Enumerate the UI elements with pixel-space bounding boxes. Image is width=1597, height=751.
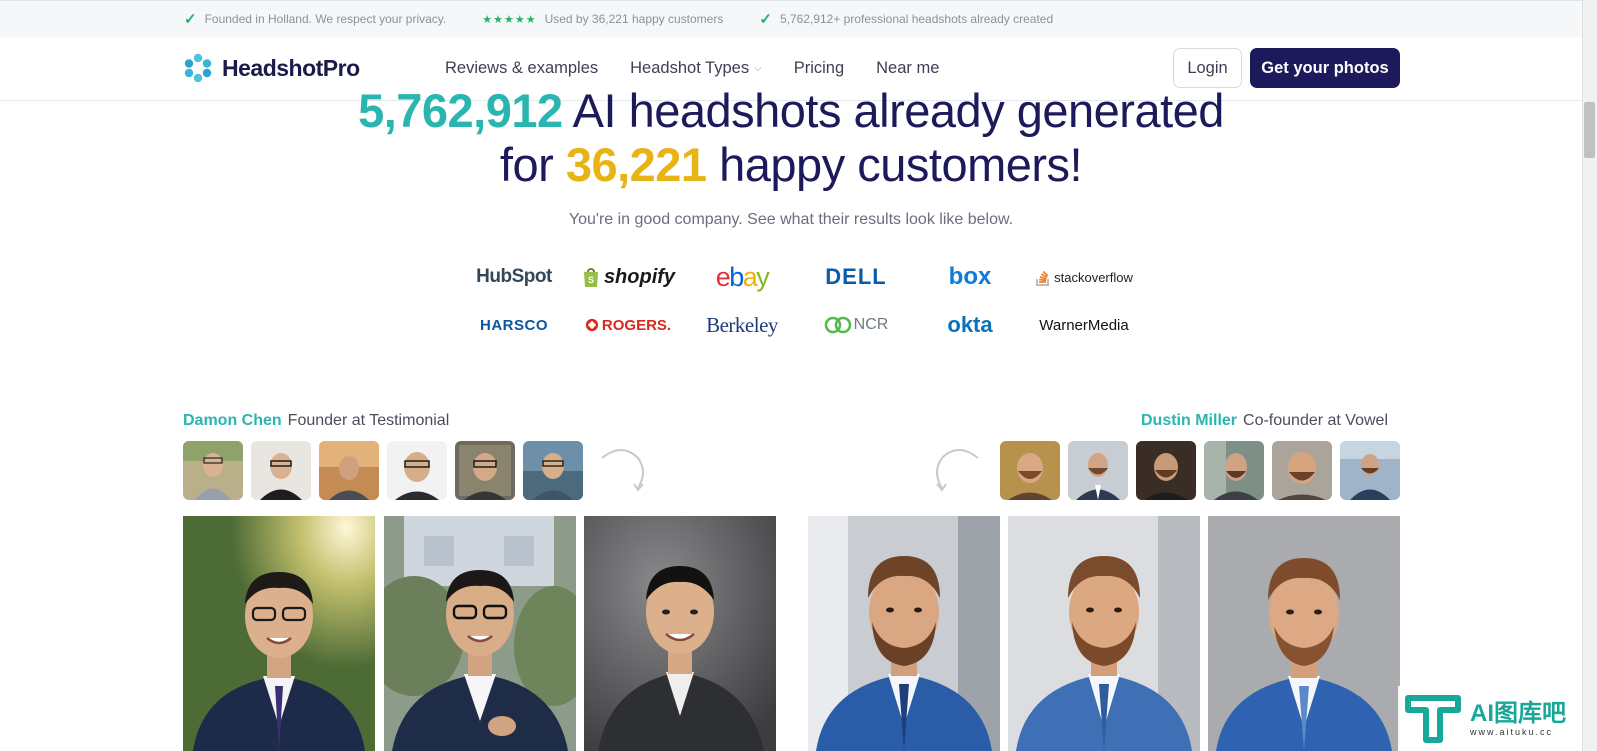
trust-bar: ✓ Founded in Holland. We respect your pr… — [0, 0, 1582, 37]
nav-menu: Reviews & examples Headshot Types ⌵ Pric… — [445, 59, 939, 78]
generated-headshot — [183, 516, 375, 751]
curved-arrow-icon — [601, 449, 644, 492]
logo-warnermedia: WarnerMedia — [1039, 316, 1129, 334]
trust-item-customers: ★★★★★ Used by 36,221 happy customers — [482, 12, 724, 26]
trust-item-privacy: ✓ Founded in Holland. We respect your pr… — [184, 11, 447, 28]
selfie-thumbnail — [183, 441, 243, 500]
page: ✓ Founded in Holland. We respect your pr… — [0, 0, 1597, 751]
star-rating-icon: ★★★★★ — [482, 13, 537, 26]
watermark: AI图库吧 www.aituku.cc — [1398, 686, 1582, 751]
logo-rogers: ROGERS. — [572, 311, 684, 339]
testimonial-author-left: Damon Chen Founder at Testimonial — [183, 412, 450, 429]
scrollbar-thumb[interactable] — [1584, 102, 1595, 158]
logo-stackoverflow: stackoverflow — [1028, 263, 1140, 291]
login-button[interactable]: Login — [1173, 48, 1242, 88]
nav-link-near-me[interactable]: Near me — [876, 59, 939, 78]
logo-ebay: ebay — [715, 261, 770, 292]
generated-headshot — [384, 516, 576, 751]
page-scrollbar[interactable] — [1582, 0, 1597, 751]
customer-logos: HubSpot S shopify ebay DELL box stackove… — [458, 261, 1134, 339]
input-selfies-left — [183, 441, 583, 500]
selfie-thumbnail — [523, 441, 583, 500]
generated-headshot — [584, 516, 776, 751]
generated-headshot — [1008, 516, 1200, 751]
generated-headshot — [808, 516, 1000, 751]
hero-headline: 5,762,912 AI headshots already generated… — [0, 84, 1582, 192]
headline-line-1: 5,762,912 AI headshots already generated — [358, 84, 1224, 137]
selfie-thumbnail — [1272, 441, 1332, 500]
stackoverflow-icon — [1036, 270, 1050, 286]
selfie-thumbnail — [387, 441, 447, 500]
selfie-thumbnail — [319, 441, 379, 500]
selfie-thumbnail — [1068, 441, 1128, 500]
selfie-thumbnail — [455, 441, 515, 500]
watermark-logo-icon — [1405, 694, 1461, 743]
check-icon: ✓ — [759, 11, 772, 28]
selfie-thumbnail — [1340, 441, 1400, 500]
logo-ncr: NCR — [800, 311, 912, 339]
nav-link-pricing[interactable]: Pricing — [794, 59, 844, 78]
get-photos-button[interactable]: Get your photos — [1250, 48, 1400, 88]
chevron-down-icon: ⌵ — [754, 63, 762, 74]
logo-shopify: S shopify — [572, 263, 684, 291]
testimonial-author-right: Dustin Miller Co-founder at Vowel — [1141, 412, 1388, 429]
curved-arrow-icon — [936, 449, 979, 492]
shopify-bag-icon: S — [583, 268, 598, 287]
svg-text:S: S — [588, 275, 594, 285]
headline-line-2: for 36,221 happy customers! — [499, 138, 1083, 191]
logo-box: box — [948, 263, 992, 290]
headshotpro-logo-icon — [184, 53, 212, 83]
selfie-thumbnail — [1136, 441, 1196, 500]
selfie-thumbnail — [1000, 441, 1060, 500]
ncr-icon — [824, 316, 851, 334]
input-selfies-right — [1000, 441, 1400, 500]
logo-harsco: HARSCO — [479, 316, 548, 334]
nav-link-headshot-types[interactable]: Headshot Types ⌵ — [630, 59, 762, 78]
logo-okta: okta — [947, 312, 993, 337]
logo-dell: DELL — [825, 264, 887, 289]
brand-name: HeadshotPro — [222, 54, 360, 81]
headshots-count: 5,762,912 — [358, 84, 563, 137]
logo-berkeley: Berkeley — [706, 312, 778, 337]
hero-subtitle: You're in good company. See what their r… — [568, 211, 1014, 228]
selfie-thumbnail — [1204, 441, 1264, 500]
trust-item-headshots: ✓ 5,762,912+ professional headshots alre… — [759, 11, 1054, 28]
check-icon: ✓ — [184, 11, 197, 28]
customers-count: 36,221 — [565, 138, 707, 191]
generated-headshot — [1208, 516, 1400, 751]
brand-logo[interactable]: HeadshotPro — [183, 53, 360, 83]
selfie-thumbnail — [251, 441, 311, 500]
rogers-swirl-icon — [585, 318, 599, 332]
logo-hubspot: HubSpot — [476, 266, 552, 287]
nav-link-reviews[interactable]: Reviews & examples — [445, 59, 598, 78]
